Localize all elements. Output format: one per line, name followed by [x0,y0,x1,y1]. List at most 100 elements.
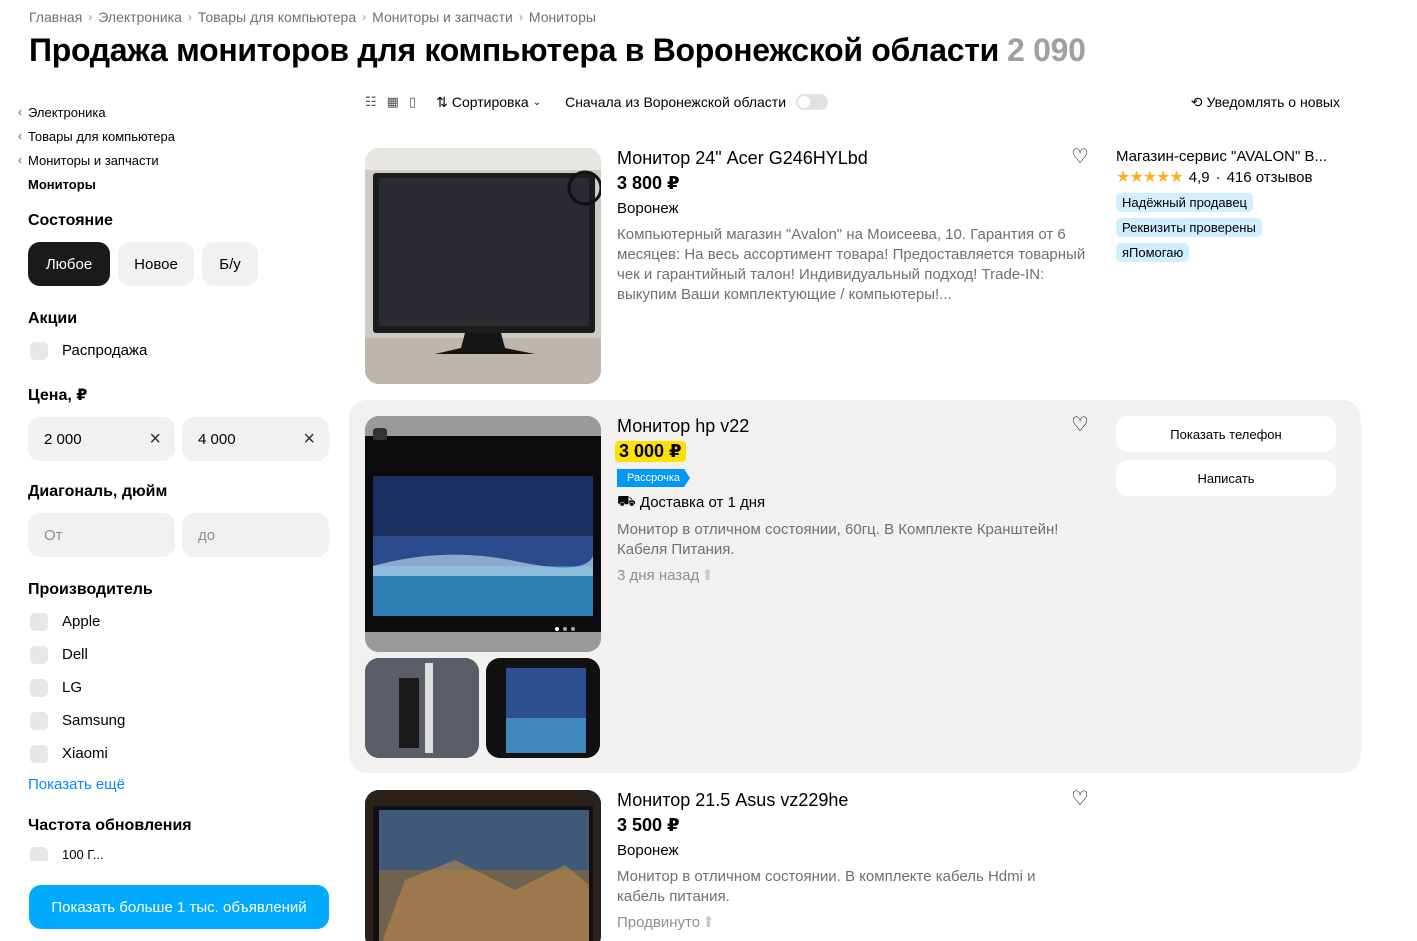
maker-title: Производитель [28,581,153,598]
refresh-rate-checkbox[interactable]: 100 Г... [18,847,330,861]
price-title: Цена, ₽ [28,387,88,404]
checkbox[interactable] [30,678,48,697]
chevron-left-icon: ‹ [18,105,22,119]
category-label: Мониторы и запчасти [28,152,159,168]
reviews-count[interactable]: 416 отзывов [1227,169,1313,186]
breadcrumb-item[interactable]: Мониторы и запчасти [372,9,513,25]
rating-value: 4,9 [1188,168,1210,186]
category-link[interactable]: ‹ Мониторы и запчасти [18,148,330,172]
clear-icon[interactable]: × [149,428,161,451]
checkbox-label: 100 Г... [62,847,104,861]
category-link[interactable]: ‹ Товары для компьютера [18,124,330,148]
write-message-button[interactable]: Написать [1116,460,1336,496]
listing-title[interactable]: Монитор hp v22 [617,416,1087,437]
filters-sidebar: ‹ Электроника ‹ Товары для компьютера ‹ Мон… [18,100,330,861]
checkbox[interactable] [30,711,48,730]
checkbox-label: LG [62,679,83,696]
breadcrumb-item[interactable]: Электроника [98,9,182,25]
listing-info: Монитор 24" Acer G246HYLbd 3 800 ₽ Ворон… [617,148,1087,305]
listing-photo[interactable] [365,416,601,652]
rating-stars-icon: ★★★★★ [1116,169,1184,186]
price-inputs: 2 000 × 4 000 × [18,417,330,461]
grid-view-icon[interactable]: ▦ [387,94,399,110]
maker-checkbox[interactable]: Xiaomi [18,737,330,770]
show-more-listings-button[interactable]: Показать больше 1 тыс. объявлений [29,885,329,929]
listing-location: Воронеж [617,200,679,217]
sort-dropdown[interactable]: ⇅ Сортировка ⌄ [436,94,541,111]
region-first-toggle[interactable]: Сначала из Воронежской области [565,94,829,110]
listing-description: Монитор в отличном состоянии, 60гц. В Ко… [617,521,1059,558]
maker-checkbox[interactable]: Apple [18,605,330,638]
listing-title[interactable]: Монитор 24" Acer G246HYLbd [617,148,1087,169]
breadcrumb: Главная › Электроника › Товары для компьют… [29,9,596,25]
listing-card[interactable]: Монитор 24" Acer G246HYLbd 3 800 ₽ Ворон… [349,140,1361,390]
category-link[interactable]: ‹ Электроника [18,100,330,124]
monitor-back-photo [365,658,479,758]
chevron-right-icon: › [362,10,367,24]
promoted-arrow-icon: ⬆ [702,914,715,931]
category-label: Электроника [28,104,106,120]
favorite-heart-icon[interactable]: ♡ [1071,786,1089,811]
delivery-label: Доставка от 1 дня [639,494,766,511]
seller-tag: Надёжный продавец [1116,193,1253,212]
installment-badge: Рассрочка [617,469,690,487]
bell-search-icon: ⟲ [1190,93,1203,110]
show-phone-button[interactable]: Показать телефон [1116,416,1336,452]
checkbox-label: Samsung [62,712,126,729]
seller-rating: ★★★★★ 4,9 · 416 отзывов [1116,168,1313,187]
price-from-value: 2 000 [44,430,82,448]
listing-price: 3 000 ₽ [615,441,686,462]
checkbox-label: Apple [62,613,101,630]
seller-name[interactable]: Магазин-сервис "AVALON" В... [1116,148,1331,165]
favorite-heart-icon[interactable]: ♡ [1071,412,1089,437]
clear-icon[interactable]: × [303,428,315,451]
results-toolbar: ☷ ▦ ▯ ⇅ Сортировка ⌄ Сначала из Воронежско… [365,90,1340,114]
checkbox[interactable] [30,744,48,763]
results-count: 2 090 [1007,32,1086,68]
chevron-right-icon: › [187,10,192,24]
toggle-switch[interactable] [796,94,829,110]
checkbox[interactable] [30,612,48,631]
chevron-down-icon: ⌄ [532,96,542,108]
seller-tag: яПомогаю [1116,243,1190,262]
condition-used-chip[interactable]: Б/у [202,242,258,286]
maker-checkbox[interactable]: LG [18,671,330,704]
notify-new-button[interactable]: ⟲ Уведомлять о новых [1191,94,1340,111]
show-more-makers-link[interactable]: Показать ещё [18,776,330,793]
list-view-icon[interactable]: ☷ [365,94,377,110]
listing-photo[interactable] [365,148,601,384]
listing-photo[interactable] [365,790,601,941]
breadcrumb-item[interactable]: Мониторы [529,9,596,25]
maker-checkbox[interactable]: Dell [18,638,330,671]
delivery-info: ⛟ Доставка от 1 дня [617,493,1087,512]
condition-new-chip[interactable]: Новое [118,242,194,286]
sort-icon: ⇅ [436,93,448,110]
checkbox[interactable] [30,645,48,664]
price-from-field[interactable]: 2 000 × [28,417,175,461]
region-toggle-label: Сначала из Воронежской области [565,94,787,110]
diagonal-from-field[interactable]: От [28,513,175,557]
breadcrumb-item[interactable]: Товары для компьютера [198,9,356,25]
price-to-field[interactable]: 4 000 × [182,417,329,461]
condition-any-chip[interactable]: Любое [28,242,110,286]
listing-card[interactable]: Монитор hp v22 3 000 ₽ Рассрочка ⛟ Достав… [349,400,1361,773]
seller-tag: Реквизиты проверены [1116,218,1262,237]
diagonal-to-placeholder: до [198,526,216,544]
chevron-left-icon: ‹ [18,153,22,167]
breadcrumb-item[interactable]: Главная [29,9,82,25]
listing-location: Воронеж [617,842,679,859]
diagonal-title: Диагональ, дюйм [28,483,168,500]
maker-checkbox[interactable]: Samsung [18,704,330,737]
checkbox[interactable] [30,341,48,360]
listing-card[interactable]: Монитор 21.5 Asus vz229he 3 500 ₽ Вороне… [349,782,1361,941]
listing-thumb[interactable] [486,658,600,758]
promo-sale-checkbox[interactable]: Распродажа [18,334,330,367]
price-to-value: 4 000 [198,430,236,448]
listing-thumb[interactable] [365,658,479,758]
listing-title[interactable]: Монитор 21.5 Asus vz229he [617,790,1087,811]
monitor-side-photo [486,658,600,758]
diagonal-to-field[interactable]: до [182,513,329,557]
map-view-icon[interactable]: ▯ [409,94,416,110]
favorite-heart-icon[interactable]: ♡ [1071,144,1089,169]
checkbox[interactable] [30,847,48,861]
